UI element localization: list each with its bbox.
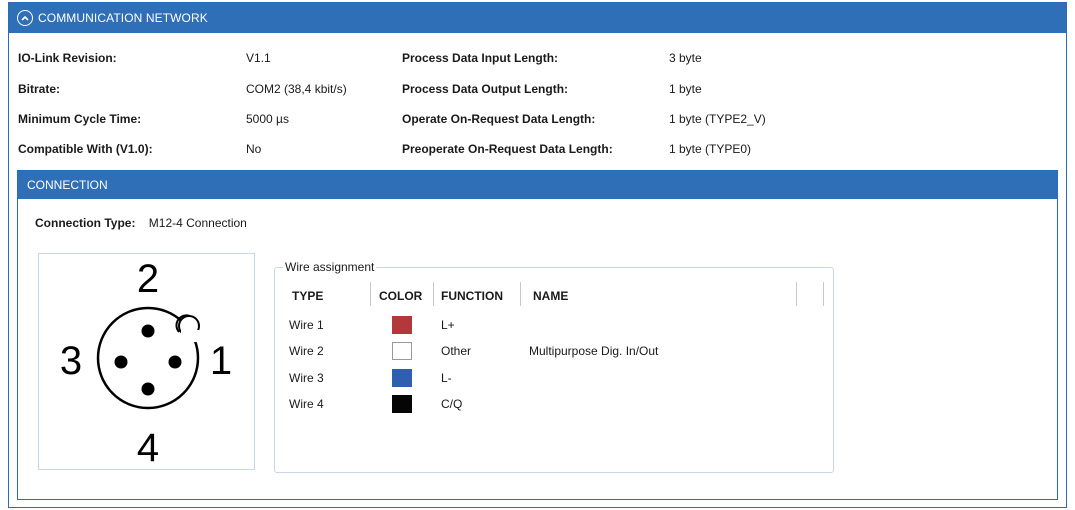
column-divider[interactable]	[823, 282, 824, 306]
column-header-function[interactable]: FUNCTION	[441, 286, 503, 306]
info-row: Compatible With (V1.0): No Preoperate On…	[9, 139, 1066, 159]
wire-color-swatch	[392, 369, 412, 387]
wire-assignment-group: Wire assignment TYPE COLOR FUNCTION NAME…	[274, 259, 834, 473]
wire-function: Other	[441, 344, 472, 358]
wire-color-swatch	[392, 316, 412, 334]
column-divider[interactable]	[433, 282, 434, 306]
info-label: Process Data Input Length:	[402, 51, 559, 65]
wire-color-swatch	[392, 342, 412, 360]
info-value: 1 byte (TYPE2_V)	[669, 112, 766, 126]
connection-type: Connection Type: M12-4 Connection	[35, 215, 247, 231]
table-row[interactable]: Wire 2 Other Multipurpose Dig. In/Out	[275, 341, 833, 367]
pin-label: 1	[210, 339, 232, 383]
wire-type: Wire 3	[289, 371, 324, 385]
column-divider[interactable]	[370, 282, 371, 306]
info-label: Compatible With (V1.0):	[18, 142, 153, 156]
wire-type: Wire 2	[289, 344, 324, 358]
info-row: IO-Link Revision: V1.1 Process Data Inpu…	[9, 48, 1066, 68]
info-value: 3 byte	[669, 51, 702, 65]
info-value: No	[246, 142, 262, 156]
communication-network-panel: COMMUNICATION NETWORK IO-Link Revision: …	[8, 2, 1067, 508]
pin-label: 4	[137, 426, 159, 469]
wire-color-swatch	[392, 395, 412, 413]
wire-function: L-	[441, 371, 452, 385]
info-row: Bitrate: COM2 (38,4 kbit/s) Process Data…	[9, 79, 1066, 99]
column-divider[interactable]	[520, 282, 521, 306]
column-divider[interactable]	[796, 282, 797, 306]
info-value: 1 byte (TYPE0)	[669, 142, 752, 156]
connection-title: CONNECTION	[27, 178, 108, 192]
wire-type: Wire 4	[289, 397, 324, 411]
info-label: Bitrate:	[18, 82, 61, 96]
info-value: COM2 (38,4 kbit/s)	[246, 82, 347, 96]
wire-assignment-legend: Wire assignment	[283, 259, 377, 275]
info-label: Operate On-Request Data Length:	[402, 112, 596, 126]
m12-connector-icon: 2 3 1 4	[60, 257, 232, 470]
info-label: Preoperate On-Request Data Length:	[402, 142, 613, 156]
wire-function: C/Q	[441, 397, 463, 411]
communication-network-header[interactable]: COMMUNICATION NETWORK	[9, 3, 1066, 33]
table-row[interactable]: Wire 1 L+	[275, 315, 833, 341]
column-header-color[interactable]: COLOR	[379, 286, 422, 306]
m12-pin-diagram: 2 3 1 4	[38, 253, 255, 470]
info-row: Minimum Cycle Time: 5000 µs Operate On-R…	[9, 109, 1066, 129]
connection-header[interactable]: CONNECTION	[18, 171, 1057, 199]
pin-label: 3	[60, 339, 82, 383]
info-label: IO-Link Revision:	[18, 51, 117, 65]
panel-title: COMMUNICATION NETWORK	[38, 11, 208, 25]
wire-name: Multipurpose Dig. In/Out	[529, 344, 659, 358]
info-label: Process Data Output Length:	[402, 82, 569, 96]
pin-label: 2	[137, 257, 159, 301]
info-value: 5000 µs	[246, 112, 289, 126]
info-value: V1.1	[246, 51, 271, 65]
info-grid: IO-Link Revision: V1.1 Process Data Inpu…	[9, 33, 1066, 171]
connection-panel: CONNECTION Connection Type: M12-4 Connec…	[17, 170, 1058, 500]
wire-type: Wire 1	[289, 318, 324, 332]
table-row[interactable]: Wire 4 C/Q	[275, 394, 833, 420]
info-label: Minimum Cycle Time:	[18, 112, 142, 126]
chevron-up-circle-icon[interactable]	[17, 10, 33, 26]
connection-type-label: Connection Type:	[35, 216, 136, 230]
column-header-name[interactable]: NAME	[533, 286, 568, 306]
column-header-type[interactable]: TYPE	[292, 286, 323, 306]
info-value: 1 byte	[669, 82, 702, 96]
wire-function: L+	[441, 318, 455, 332]
connection-type-value: M12-4 Connection	[148, 216, 247, 230]
table-row[interactable]: Wire 3 L-	[275, 368, 833, 394]
